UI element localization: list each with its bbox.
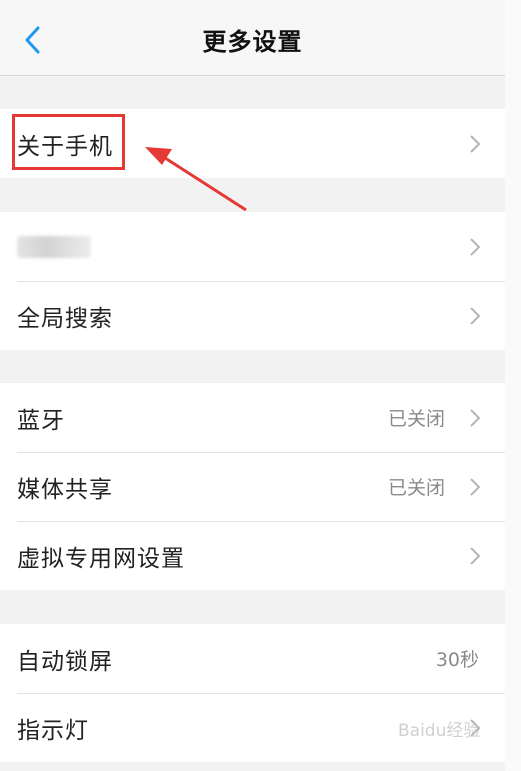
row-value: 已关闭 bbox=[387, 477, 445, 499]
row-auto-lock[interactable]: 自动锁屏 30秒 bbox=[0, 624, 505, 693]
scroll-edge bbox=[505, 0, 521, 771]
row-hidden-item[interactable] bbox=[0, 212, 505, 281]
row-global-search[interactable]: 全局搜索 bbox=[0, 281, 505, 350]
row-about-phone[interactable]: 关于手机 bbox=[0, 109, 505, 178]
row-label: 蓝牙 bbox=[17, 407, 65, 434]
chevron-right-icon bbox=[470, 477, 481, 496]
chevron-right-icon bbox=[470, 546, 481, 565]
chevron-right-icon bbox=[470, 306, 481, 325]
row-media-sharing[interactable]: 媒体共享 已关闭 bbox=[0, 452, 505, 521]
settings-group-about: 关于手机 bbox=[0, 109, 505, 178]
blurred-label bbox=[17, 235, 91, 258]
page-title: 更多设置 bbox=[202, 28, 303, 56]
settings-group-4: 自动锁屏 30秒 指示灯 bbox=[0, 624, 505, 762]
row-vpn-settings[interactable]: 虚拟专用网设置 bbox=[0, 521, 505, 590]
row-label: 虚拟专用网设置 bbox=[17, 545, 185, 572]
watermark-logo: Baidu经验 bbox=[398, 721, 481, 741]
row-label: 关于手机 bbox=[17, 133, 113, 160]
row-bluetooth[interactable]: 蓝牙 已关闭 bbox=[0, 383, 505, 452]
row-label: 全局搜索 bbox=[17, 305, 113, 332]
row-value: 30秒 bbox=[435, 649, 479, 671]
chevron-right-icon bbox=[470, 237, 481, 256]
row-value: 已关闭 bbox=[387, 408, 445, 430]
settings-group-3: 蓝牙 已关闭 媒体共享 已关闭 虚拟专用网设置 bbox=[0, 383, 505, 590]
row-label: 指示灯 bbox=[17, 717, 89, 744]
settings-group-2: 全局搜索 bbox=[0, 212, 505, 350]
row-label: 媒体共享 bbox=[17, 476, 113, 503]
chevron-right-icon bbox=[470, 408, 481, 427]
chevron-right-icon bbox=[470, 134, 481, 153]
row-label: 自动锁屏 bbox=[17, 648, 113, 675]
header-bar: 更多设置 bbox=[0, 0, 505, 76]
